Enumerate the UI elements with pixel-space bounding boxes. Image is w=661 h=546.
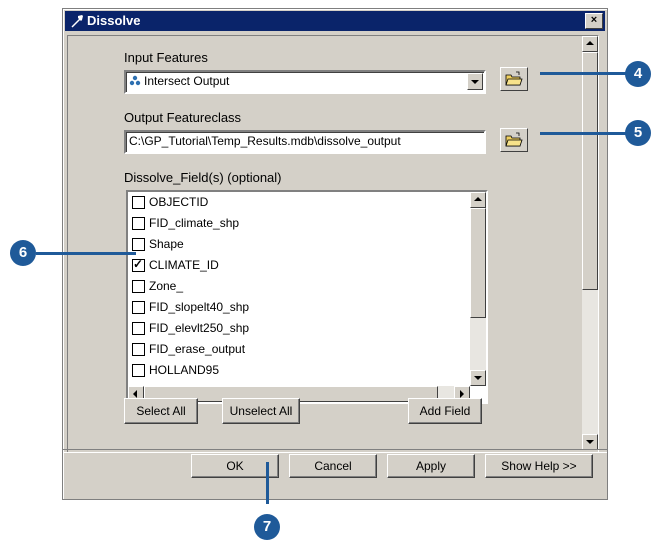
output-featureclass-value: C:\GP_Tutorial\Temp_Results.mdb\dissolve…	[129, 134, 401, 148]
panel-scroll-thumb[interactable]	[582, 52, 598, 290]
dissolve-dialog: Dissolve × Input Features Intersect Outp…	[62, 8, 608, 500]
parameters-panel: Input Features Intersect Output Output F…	[67, 35, 599, 453]
callout-7-line	[266, 462, 269, 504]
list-scroll-up-button[interactable]	[470, 192, 486, 208]
checkbox[interactable]	[132, 343, 145, 356]
select-all-button[interactable]: Select All	[124, 398, 198, 424]
browse-output-button[interactable]	[500, 128, 528, 152]
chevron-down-icon[interactable]	[467, 73, 483, 90]
list-vertical-scrollbar[interactable]	[470, 192, 486, 386]
hammer-tool-icon	[71, 15, 83, 28]
callout-5-line	[540, 132, 638, 135]
title-bar[interactable]: Dissolve ×	[65, 11, 605, 31]
feature-layer-icon	[129, 75, 141, 86]
output-featureclass-input[interactable]: C:\GP_Tutorial\Temp_Results.mdb\dissolve…	[124, 130, 486, 154]
callout-6-line	[36, 252, 136, 255]
window-title: Dissolve	[87, 13, 141, 28]
checkbox[interactable]	[132, 238, 145, 251]
open-folder-icon	[505, 71, 523, 86]
add-field-button[interactable]: Add Field	[408, 398, 482, 424]
list-scroll-down-button[interactable]	[470, 370, 486, 386]
panel-vertical-scrollbar[interactable]	[582, 36, 598, 450]
callout-4-line	[540, 72, 638, 75]
checkbox[interactable]	[132, 217, 145, 230]
apply-button[interactable]: Apply	[387, 454, 475, 478]
checkbox[interactable]	[132, 322, 145, 335]
checkbox[interactable]	[132, 364, 145, 377]
list-scroll-thumb[interactable]	[470, 208, 486, 318]
open-folder-icon	[505, 132, 523, 147]
show-help-button[interactable]: Show Help >>	[485, 454, 593, 478]
cancel-button[interactable]: Cancel	[289, 454, 377, 478]
close-button[interactable]: ×	[585, 13, 603, 29]
input-features-dropdown[interactable]: Intersect Output	[124, 70, 486, 94]
callout-5: 5	[625, 120, 651, 146]
dissolve-fields-label: Dissolve_Field(s) (optional)	[124, 170, 282, 185]
unselect-all-button[interactable]: Unselect All	[222, 398, 300, 424]
checkbox[interactable]	[132, 301, 145, 314]
dissolve-fields-list[interactable]: OBJECTID FID_climate_shp Shape CLIMATE_I…	[126, 190, 488, 404]
checkbox-checked[interactable]	[132, 257, 145, 272]
input-features-label: Input Features	[124, 50, 208, 65]
callout-6: 6	[10, 240, 36, 266]
browse-input-button[interactable]	[500, 67, 528, 91]
output-featureclass-label: Output Featureclass	[124, 110, 242, 125]
panel-scroll-down-button[interactable]	[582, 434, 598, 450]
input-features-value: Intersect Output	[144, 74, 230, 88]
panel-scroll-up-button[interactable]	[582, 36, 598, 52]
callout-7: 7	[254, 514, 280, 540]
checkbox[interactable]	[132, 196, 145, 209]
checkbox[interactable]	[132, 280, 145, 293]
callout-4: 4	[625, 61, 651, 87]
footer-divider	[63, 449, 607, 453]
